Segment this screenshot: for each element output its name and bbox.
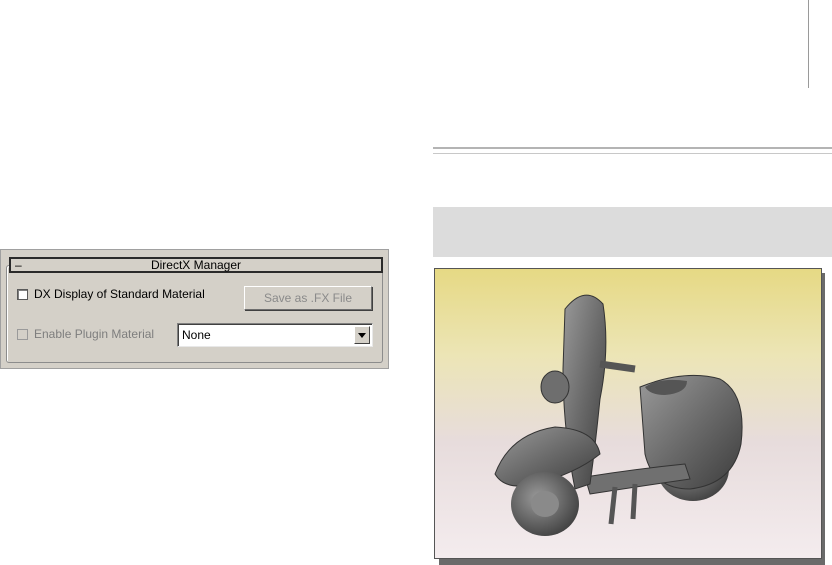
- page-separator-line: [808, 0, 809, 88]
- dropdown-arrow-button[interactable]: [354, 326, 370, 344]
- headlight: [540, 370, 570, 404]
- rollout-title: DirectX Manager: [150, 258, 242, 272]
- enable-plugin-label: Enable Plugin Material: [34, 327, 155, 341]
- dropdown-selected-value: None: [182, 328, 211, 342]
- save-fx-file-button[interactable]: Save as .FX File: [244, 286, 372, 310]
- chevron-down-icon: [358, 333, 366, 338]
- dx-display-row[interactable]: DX Display of Standard Material: [17, 287, 205, 301]
- header-rule-thin: [433, 153, 832, 154]
- kickstand: [608, 483, 638, 525]
- header-rule: [433, 147, 832, 149]
- handlebar: [599, 360, 636, 373]
- enable-plugin-row[interactable]: Enable Plugin Material: [17, 327, 154, 341]
- dx-display-checkbox[interactable]: [17, 288, 28, 300]
- enable-plugin-checkbox[interactable]: [17, 328, 28, 340]
- rollout-header[interactable]: – DirectX Manager: [9, 257, 383, 273]
- scooter-illustration: [494, 294, 743, 536]
- front-hub: [531, 491, 559, 517]
- gray-banner: [433, 207, 832, 257]
- viewport-render[interactable]: [434, 268, 822, 559]
- dx-display-label: DX Display of Standard Material: [34, 287, 205, 301]
- plugin-material-dropdown[interactable]: None: [177, 323, 373, 347]
- rollout-group-frame: [6, 265, 383, 363]
